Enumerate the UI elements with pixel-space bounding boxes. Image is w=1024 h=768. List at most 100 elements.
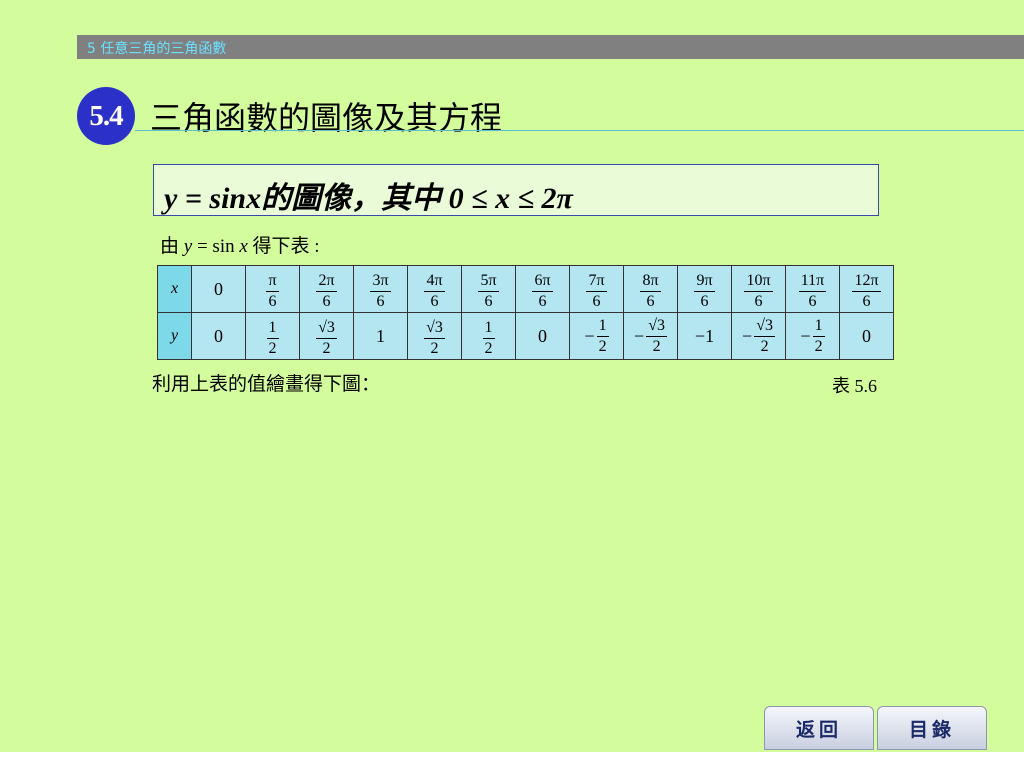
minus-sign: −	[800, 325, 811, 346]
fraction: 6π 6	[532, 272, 553, 310]
intro-prefix: 由	[160, 236, 184, 257]
slide: 5 任意三角的三角函數 5.4 三角函數的圖像及其方程 y = sinx的圖像，…	[0, 0, 1024, 752]
x-cell: 7π 6	[569, 265, 624, 313]
numerator: √3	[754, 317, 775, 337]
fraction: 7π 6	[586, 272, 607, 310]
y-fraction: 12	[482, 319, 495, 357]
y-fraction: −1 2	[800, 317, 825, 355]
x-cell: 3π 6	[353, 265, 408, 313]
intro-suffix: 得下表 :	[247, 236, 320, 257]
x-value: 0	[214, 278, 223, 299]
denominator: 6	[322, 292, 331, 310]
x-cell: 11π 6	[785, 265, 840, 313]
fraction: √3 2	[424, 319, 445, 357]
x-fraction: 8π 6	[640, 272, 661, 310]
denominator: 2	[652, 337, 661, 355]
y-cell: 0	[839, 312, 894, 360]
y-fraction: 12	[266, 319, 279, 357]
numerator: 1	[812, 317, 825, 337]
title-underline	[135, 130, 1024, 131]
numerator: 6π	[532, 272, 553, 292]
x-cell: 4π 6	[407, 265, 462, 313]
x-cell: 5π 6	[461, 265, 516, 313]
y-cell: 0	[191, 312, 246, 360]
fraction: 3π 6	[370, 272, 391, 310]
table-row-y: y 0 1 2 √3 2 1 √3 2 1 2 0−1 2− √3 2 −1− √3 2−1 2 0	[157, 312, 894, 360]
intro-var-x: x	[239, 236, 248, 257]
denominator: 6	[484, 292, 493, 310]
x-fraction: 9π 6	[694, 272, 715, 310]
fraction: 9π 6	[694, 272, 715, 310]
fraction: 12	[596, 317, 609, 355]
numerator: 1	[596, 317, 609, 337]
fraction: 2π 6	[316, 272, 337, 310]
y-cell: − √3 2	[623, 312, 678, 360]
contents-button[interactable]: 目錄	[877, 706, 987, 750]
y-cell: 0	[515, 312, 570, 360]
x-cell: 9π 6	[677, 265, 732, 313]
fraction: 5π 6	[478, 272, 499, 310]
denominator: 6	[268, 292, 277, 310]
numerator: 3π	[370, 272, 391, 292]
fraction: 10π 6	[744, 272, 773, 310]
chapter-bar: 5 任意三角的三角函數	[77, 35, 1024, 59]
x-cell: 12π 6	[839, 265, 894, 313]
numerator: √3	[646, 317, 667, 337]
graph-caption: 利用上表的值繪畫得下圖：	[152, 373, 381, 395]
denominator: 6	[430, 292, 439, 310]
y-cell: −1 2	[569, 312, 624, 360]
topic-text: y = sinx的圖像，其中 0 ≤ x ≤ 2π	[164, 182, 573, 215]
y-cell: √3 2	[407, 312, 462, 360]
denominator: 2	[814, 337, 823, 355]
x-row-header: x	[157, 265, 192, 313]
x-fraction: 4π 6	[424, 272, 445, 310]
fraction: 12π 6	[852, 272, 881, 310]
x-fraction: 7π 6	[586, 272, 607, 310]
numerator: √3	[424, 319, 445, 339]
x-cell: 0	[191, 265, 246, 313]
numerator: 8π	[640, 272, 661, 292]
table-label: 表 5.6	[832, 376, 877, 396]
y-value: 0	[214, 325, 223, 346]
x-fraction: 10π 6	[744, 272, 773, 310]
denominator: 6	[538, 292, 547, 310]
denominator: 6	[754, 292, 763, 310]
fraction: √3 2	[646, 317, 667, 355]
y-cell: 12	[245, 312, 300, 360]
numerator: √3	[316, 319, 337, 339]
numerator: 10π	[744, 272, 773, 292]
fraction: 4π 6	[424, 272, 445, 310]
denominator: 6	[592, 292, 601, 310]
fraction: 12	[482, 319, 495, 357]
y-cell: −1 2	[785, 312, 840, 360]
back-button[interactable]: 返回	[764, 706, 874, 750]
fraction: 12	[812, 317, 825, 355]
chapter-title: 5 任意三角的三角函數	[87, 41, 227, 57]
x-cell: 6π 6	[515, 265, 570, 313]
numerator: 12π	[852, 272, 881, 292]
y-fraction: − √3 2	[742, 317, 775, 355]
numerator: 9π	[694, 272, 715, 292]
numerator: 11π	[798, 272, 827, 292]
fraction: 8π 6	[640, 272, 661, 310]
y-fraction: √3 2	[316, 319, 337, 357]
y-cell: −1	[677, 312, 732, 360]
y-cell: 12	[461, 312, 516, 360]
table-row-x: x 0 π 6 2π 6 3π 6 4π 6 5π 6 6π 6 7π 6 8π 6 9π 6 10π 6 11π 6 12π…	[157, 265, 894, 313]
denominator: 6	[376, 292, 385, 310]
numerator: π	[266, 272, 279, 292]
numerator: 5π	[478, 272, 499, 292]
y-row-header: y	[157, 312, 192, 360]
y-fraction: −1 2	[584, 317, 609, 355]
topic-box: y = sinx的圖像，其中 0 ≤ x ≤ 2π	[153, 164, 879, 216]
denominator: 2	[322, 339, 331, 357]
intro-equation: = sin	[192, 236, 240, 257]
x-fraction: 6π 6	[532, 272, 553, 310]
x-fraction: 12π 6	[852, 272, 881, 310]
intro-var-y: y	[183, 236, 193, 257]
numerator: 1	[266, 319, 279, 339]
x-fraction: 5π 6	[478, 272, 499, 310]
fraction: 12	[266, 319, 279, 357]
minus-sign: −	[634, 325, 645, 346]
fraction: 11π 6	[798, 272, 827, 310]
